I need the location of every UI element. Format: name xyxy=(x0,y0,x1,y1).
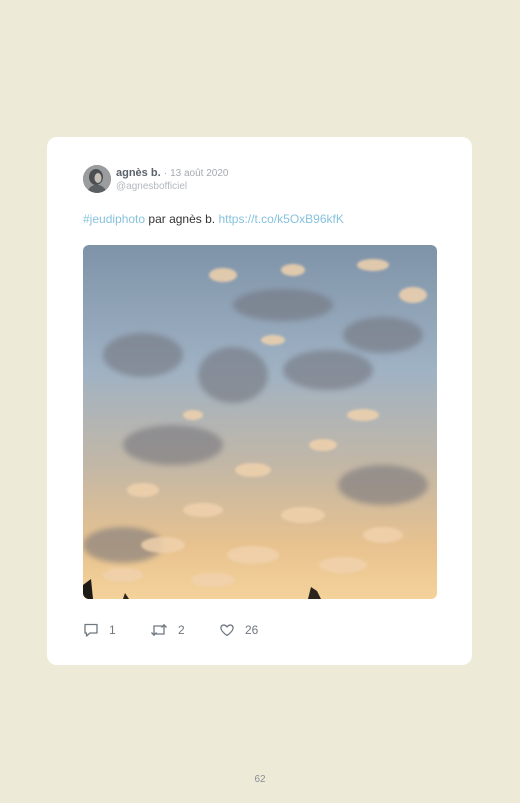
tweet-text: #jeudiphoto par agnès b. https://t.co/k5… xyxy=(83,212,344,226)
author-handle[interactable]: @agnesbofficiel xyxy=(116,181,187,192)
tweet-card: agnès b. · 13 août 2020 @agnesbofficiel … xyxy=(47,137,472,665)
like-action[interactable]: 26 xyxy=(219,621,258,639)
page-number: 62 xyxy=(254,774,266,785)
meta-separator: · xyxy=(163,168,168,179)
author-line: agnès b. · 13 août 2020 xyxy=(116,167,228,180)
hashtag-link[interactable]: #jeudiphoto xyxy=(83,212,145,226)
like-count: 26 xyxy=(245,623,259,637)
reply-action[interactable]: 1 xyxy=(83,621,116,639)
heart-icon[interactable] xyxy=(219,622,235,638)
retweet-icon[interactable] xyxy=(150,622,168,638)
tweet-actions: 1 2 26 xyxy=(83,621,383,639)
tweet-url-link[interactable]: https://t.co/k5OxB96kfK xyxy=(218,212,343,226)
tweet-date[interactable]: 13 août 2020 xyxy=(170,168,228,179)
tweet-photo[interactable] xyxy=(83,245,437,599)
retweet-action[interactable]: 2 xyxy=(150,621,185,639)
reply-count: 1 xyxy=(109,623,116,637)
author-name[interactable]: agnès b. xyxy=(116,167,161,179)
author-avatar[interactable] xyxy=(83,165,111,193)
tweet-text-body: par agnès b. xyxy=(145,212,219,226)
reply-icon[interactable] xyxy=(83,622,99,638)
retweet-count: 2 xyxy=(178,623,185,637)
